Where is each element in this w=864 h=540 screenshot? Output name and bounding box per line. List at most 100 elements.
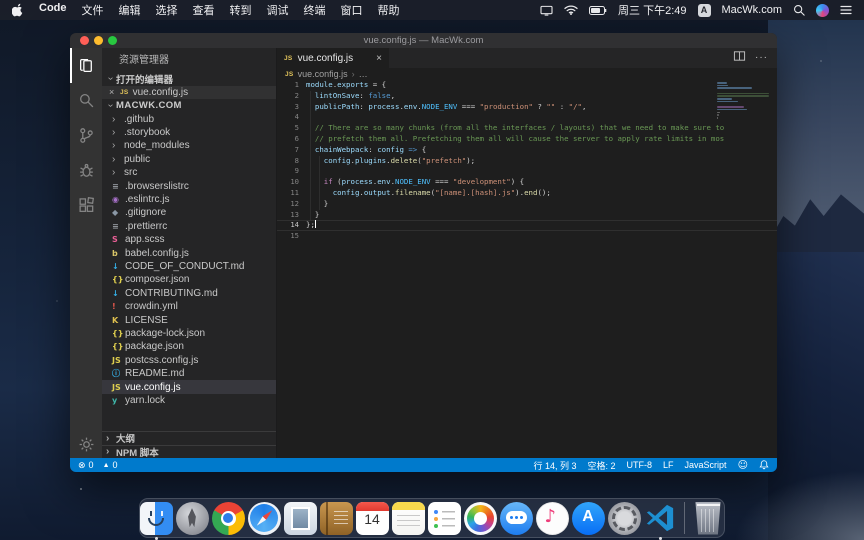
clock[interactable]: 周三 下午2:49 [618,2,686,18]
dock-launchpad-icon[interactable] [176,502,209,535]
menu-item-3[interactable]: 选择 [156,2,178,18]
errors-status[interactable]: ⊗ 0 [78,460,94,471]
dock-vscode-icon[interactable] [644,502,677,535]
input-method-icon[interactable]: A [698,4,711,17]
tree-item-public[interactable]: ›public [102,153,276,166]
tree-item-postcss.config.js[interactable]: JSpostcss.config.js [102,354,276,367]
dock-trash-icon[interactable] [692,502,725,535]
tree-item-package.json[interactable]: {}package.json [102,340,276,353]
open-editors-header[interactable]: › 打开的编辑器 [102,72,276,86]
notifications-bell-icon[interactable] [759,459,769,472]
close-icon[interactable]: × [109,87,120,97]
more-actions-icon[interactable]: ··· [755,55,768,61]
statusbar-item-3[interactable]: LF [663,460,674,470]
tree-item-.browserslistrc[interactable]: ≡.browserslistrc [102,179,276,192]
menu-item-5[interactable]: 转到 [230,2,252,18]
tree-item-.github[interactable]: ›.github [102,113,276,126]
tree-item-crowdin.yml[interactable]: !crowdin.yml [102,300,276,313]
tree-item-app.scss[interactable]: Sapp.scss [102,233,276,246]
debug-icon[interactable] [70,153,102,188]
statusbar-item-1[interactable]: 空格: 2 [588,459,616,472]
dock-itunes-icon[interactable] [536,502,569,535]
npm-scripts-panel-header[interactable]: › NPM 脚本 [102,445,276,459]
tree-item-src[interactable]: ›src [102,166,276,179]
window-titlebar[interactable]: vue.config.js — MacWk.com [70,33,777,48]
menu-item-2[interactable]: 编辑 [119,2,141,18]
explorer-icon[interactable] [70,48,102,83]
tree-item-LICENSE[interactable]: KLICENSE [102,313,276,326]
menu-item-1[interactable]: 文件 [82,2,104,18]
menu-item-7[interactable]: 终端 [304,2,326,18]
menu-item-9[interactable]: 帮助 [378,2,400,18]
display-icon[interactable] [540,5,553,16]
menu-item-6[interactable]: 调试 [267,2,289,18]
extensions-icon[interactable] [70,188,102,223]
dock-appstore-icon[interactable] [572,502,605,535]
dock-reminders-icon[interactable] [428,502,461,535]
js-file-icon: JS [120,89,129,96]
breadcrumb-file[interactable]: vue.config.js [298,69,348,79]
menubar-brand[interactable]: MacWk.com [722,4,783,16]
tree-item-.prettierrc[interactable]: ≡.prettierrc [102,220,276,233]
statusbar-item-2[interactable]: UTF-8 [627,460,653,470]
dock-messages-icon[interactable] [500,502,533,535]
dock-settings-icon[interactable] [608,502,641,535]
menu-item-app[interactable]: Code [39,2,67,18]
tree-item-yarn.lock[interactable]: yyarn.lock [102,394,276,407]
dock-notes-icon[interactable] [392,502,425,535]
tab-vue-config-js[interactable]: JS vue.config.js × [277,48,389,68]
manage-gear-icon[interactable] [70,436,102,453]
dock-calendar-icon[interactable]: 14 [356,502,389,535]
code-editor[interactable]: 1module.exports = {2 lintOnSave: false,3… [277,80,777,458]
warnings-status[interactable]: ▲ 0 [103,460,118,470]
tree-item-CONTRIBUTING.md[interactable]: ↓CONTRIBUTING.md [102,287,276,300]
notification-center-icon[interactable] [840,5,852,15]
dock-mail-icon[interactable] [284,502,317,535]
tree-item-.gitignore[interactable]: ◆.gitignore [102,206,276,219]
chevron-right-icon: › [106,446,116,457]
dock-safari-icon[interactable] [248,502,281,535]
menu-item-8[interactable]: 窗口 [341,2,363,18]
battery-icon[interactable] [589,6,607,15]
folder-root-header[interactable]: › MACWK.COM [102,99,276,113]
outline-panel-header[interactable]: › 大纲 [102,431,276,445]
tree-item-vue.config.js[interactable]: JSvue.config.js [102,380,276,393]
tree-item-.storybook[interactable]: ›.storybook [102,126,276,139]
sidebar-panels: › 大纲 › NPM 脚本 [102,431,276,458]
file-name: public [124,154,150,165]
minimap[interactable] [717,82,769,122]
dock-chrome-icon[interactable] [212,502,245,535]
statusbar-item-4[interactable]: JavaScript [685,460,727,470]
apple-logo-icon[interactable] [12,3,24,17]
code-line-3: 3 publicPath: process.env.NODE_ENV === "… [277,102,777,113]
file-name: package-lock.json [125,328,205,339]
search-sidebar-icon[interactable] [70,83,102,118]
warning-icon: ▲ [103,462,110,469]
dock-finder-icon[interactable] [140,502,173,535]
menu-item-4[interactable]: 查看 [193,2,215,18]
tree-item-babel.config.js[interactable]: bbabel.config.js [102,246,276,259]
breadcrumb[interactable]: JS vue.config.js › … [277,68,777,80]
tab-label: vue.config.js [298,53,354,64]
search-icon[interactable] [793,4,805,16]
tree-item-package-lock.json[interactable]: {}package-lock.json [102,327,276,340]
open-editor-item[interactable]: × JS vue.config.js [102,86,276,100]
file-name: .browserslistrc [125,181,189,192]
wifi-icon[interactable] [564,5,578,15]
dock-contacts-icon[interactable] [320,502,353,535]
tree-item-node_modules[interactable]: ›node_modules [102,139,276,152]
tab-close-icon[interactable]: × [376,53,382,64]
js-file-icon: JS [284,55,293,62]
statusbar-item-0[interactable]: 行 14, 列 3 [533,459,576,472]
source-control-icon[interactable] [70,118,102,153]
tree-item-README.md[interactable]: ⓘREADME.md [102,367,276,380]
feedback-smiley-icon[interactable]: ☺ [738,460,748,471]
window-title: vue.config.js — MacWk.com [70,35,777,46]
siri-icon[interactable] [816,4,829,17]
split-editor-icon[interactable] [733,49,746,67]
dock-photos-icon[interactable] [464,502,497,535]
tree-item-CODE_OF_CONDUCT.md[interactable]: ↓CODE_OF_CONDUCT.md [102,260,276,273]
tree-item-composer.json[interactable]: {}composer.json [102,273,276,286]
tree-item-.eslintrc.js[interactable]: ◉.eslintrc.js [102,193,276,206]
breadcrumb-more[interactable]: … [359,69,368,79]
